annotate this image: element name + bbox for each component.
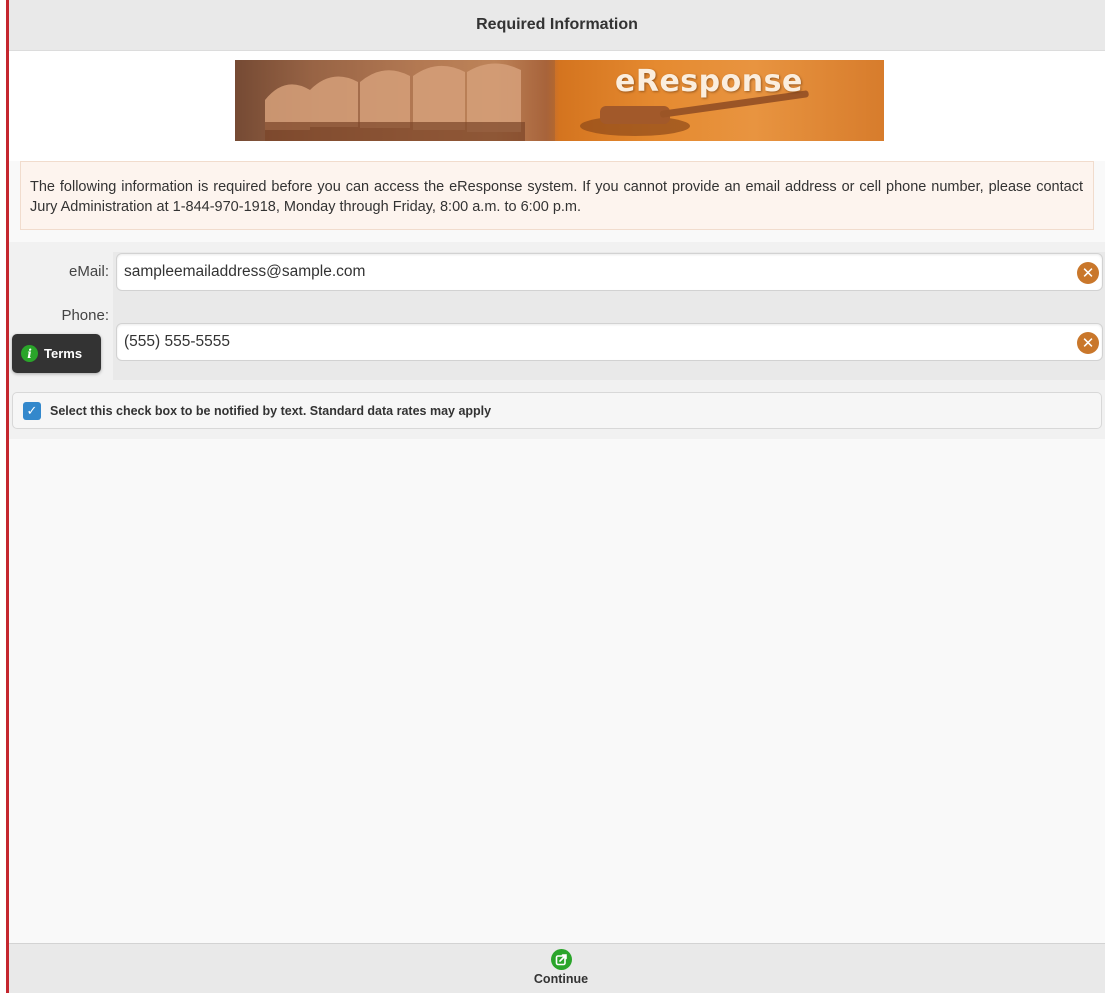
page: Required Information eResponse The follo… [9, 0, 1105, 993]
sms-notification-option[interactable]: ✓ Select this check box to be notified b… [12, 392, 1102, 429]
required-info-notice: The following information is required be… [20, 161, 1094, 230]
courtroom-seats-image [235, 60, 555, 141]
page-title: Required Information [476, 16, 638, 33]
email-input-cell: sampleemailaddress@sample.com ✕ [113, 252, 1105, 302]
eresponse-banner: eResponse [235, 60, 884, 141]
continue-button[interactable]: Continue [525, 949, 597, 986]
continue-label: Continue [533, 972, 589, 986]
clear-email-icon[interactable]: ✕ [1077, 262, 1099, 284]
terms-button[interactable]: i Terms [12, 334, 101, 373]
notice-text: The following information is required be… [30, 179, 1083, 215]
terms-label: Terms [44, 346, 83, 361]
phone-field[interactable]: (555) 555-5555 ✕ [116, 323, 1103, 361]
phone-label: Phone: [61, 307, 109, 324]
clear-phone-icon[interactable]: ✕ [1077, 332, 1099, 354]
sms-checkbox[interactable]: ✓ [23, 401, 41, 420]
banner-logo-text: eResponse [615, 64, 803, 99]
phone-input-cell: (555) 555-5555 ✕ [113, 302, 1105, 380]
share-arrow-icon [550, 949, 572, 970]
info-icon: i [21, 345, 38, 362]
email-row: eMail: sampleemailaddress@sample.com ✕ [9, 252, 1105, 302]
email-label: eMail: [68, 263, 109, 280]
sms-checkbox-label[interactable]: Select this check box to be notified by … [50, 404, 491, 418]
page-header: Required Information [9, 0, 1105, 51]
phone-row: Phone: (555) 555-5555 ✕ [9, 302, 1105, 380]
page-footer: Continue [9, 943, 1105, 993]
email-field[interactable]: sampleemailaddress@sample.com ✕ [116, 253, 1103, 291]
banner-area: eResponse [9, 51, 1105, 161]
email-value: sampleemailaddress@sample.com [124, 263, 366, 280]
phone-value: (555) 555-5555 [124, 333, 230, 350]
